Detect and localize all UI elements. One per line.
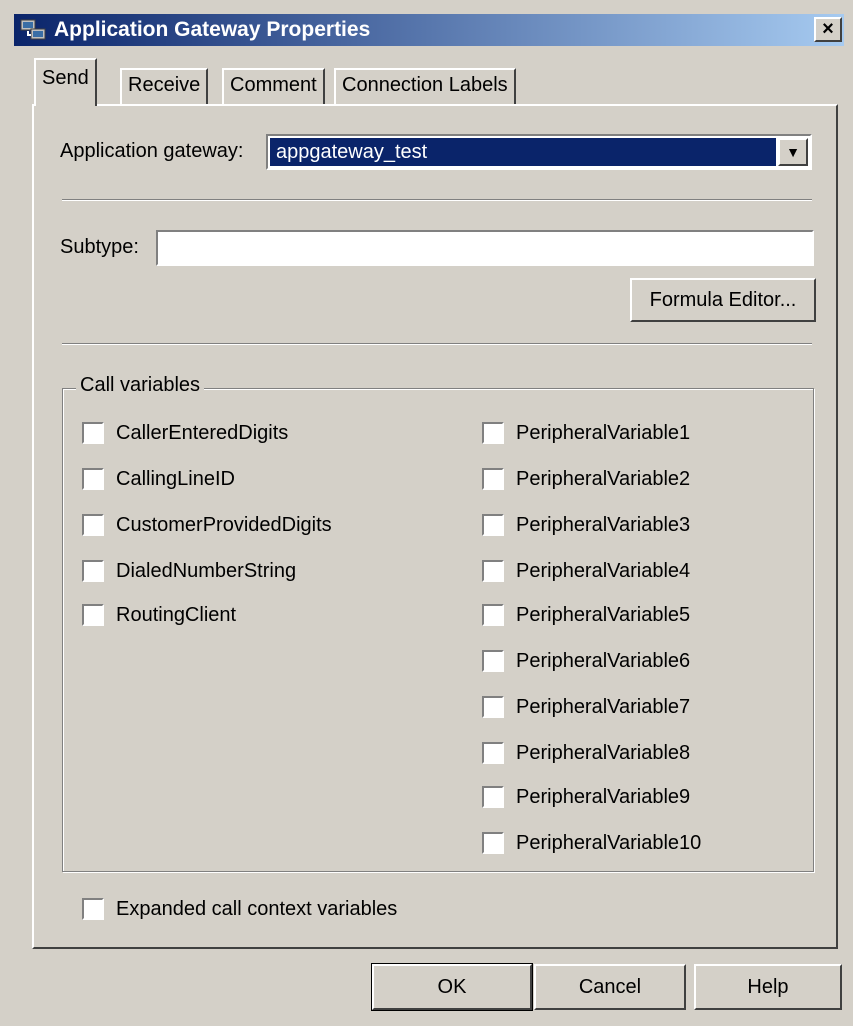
tab-send[interactable]: Send (34, 58, 97, 106)
ok-button[interactable]: OK (371, 963, 533, 1011)
cancel-button[interactable]: Cancel (534, 964, 686, 1010)
window-title: Application Gateway Properties (54, 18, 371, 41)
help-button[interactable]: Help (694, 964, 842, 1010)
call-variables-title: Call variables (76, 374, 205, 397)
application-gateway-icon (20, 19, 46, 40)
close-button[interactable]: × (814, 17, 842, 42)
title-bar[interactable]: Application Gateway Properties × (14, 14, 844, 46)
tab-connection-labels[interactable]: Connection Labels (334, 68, 516, 104)
properties-dialog: Application Gateway Properties × Send Re… (0, 0, 853, 1026)
send-tab-panel (32, 104, 838, 949)
tab-comment[interactable]: Comment (222, 68, 325, 104)
tab-receive[interactable]: Receive (120, 68, 209, 104)
